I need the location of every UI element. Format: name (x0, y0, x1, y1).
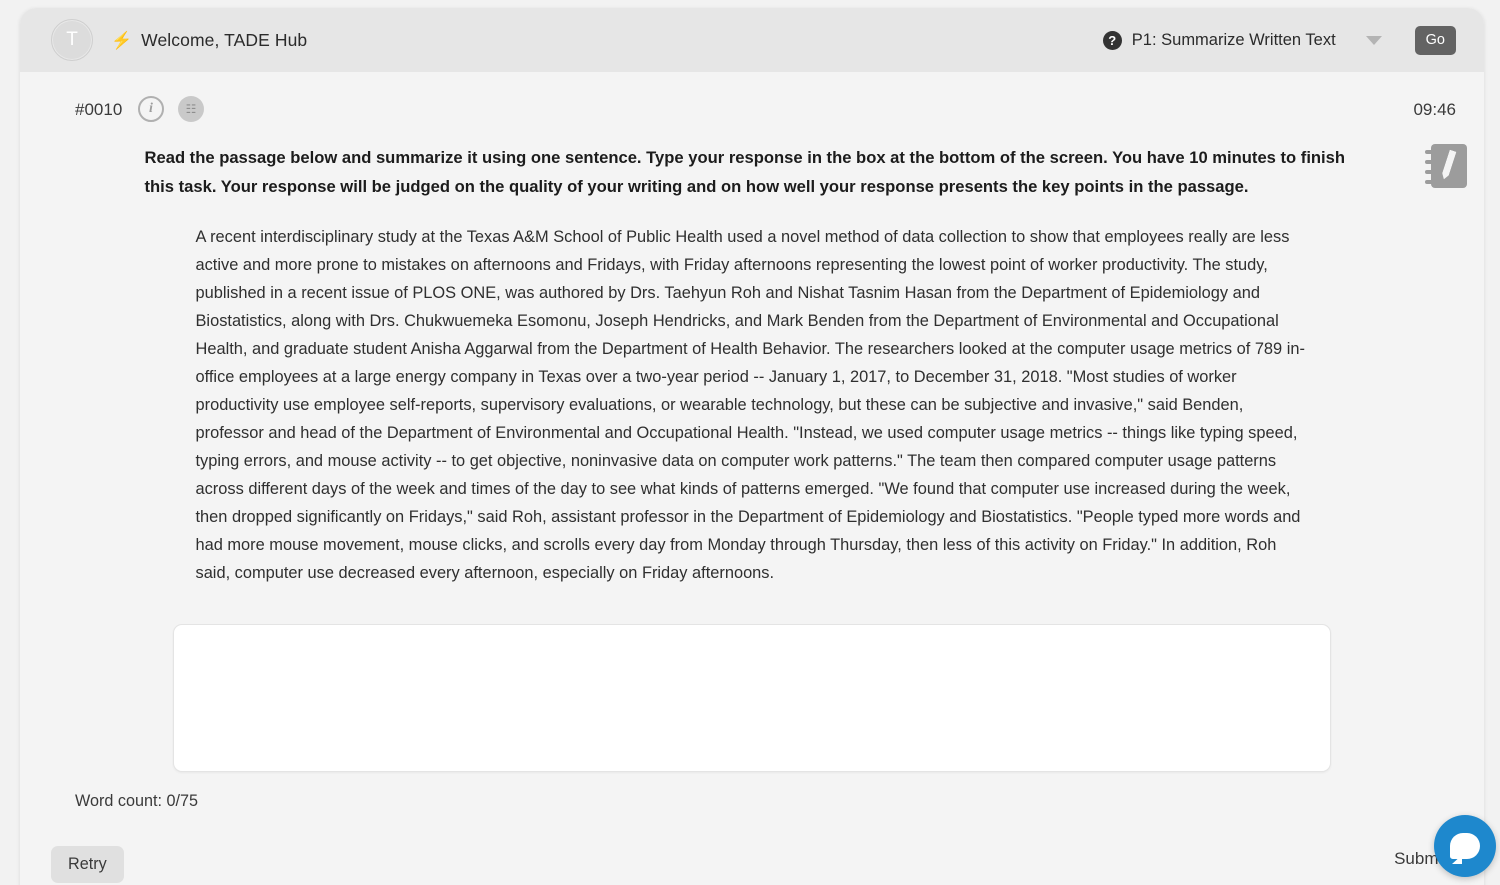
info-icon[interactable]: i (138, 96, 164, 122)
exam-window: T ⚡ Welcome, TADE Hub ? P1: Summarize Wr… (20, 8, 1484, 885)
help-icon[interactable]: ? (1102, 30, 1122, 50)
timer-display: 09:46 (1413, 100, 1456, 119)
retry-button[interactable]: Retry (51, 846, 124, 883)
content-area: Read the passage below and summarize it … (20, 140, 1484, 811)
chat-bubble-icon[interactable] (1434, 815, 1496, 877)
app-root: T ⚡ Welcome, TADE Hub ? P1: Summarize Wr… (0, 0, 1500, 885)
task-select-value[interactable]: P1: Summarize Written Text (1132, 31, 1336, 50)
item-header-row: #0010 i ☷ 09:46 (20, 88, 1484, 140)
notepad-icon[interactable] (1424, 142, 1470, 190)
word-count-label: Word count: 0/75 (75, 792, 198, 810)
lightning-bolt-icon: ⚡ (111, 30, 133, 50)
chat-bubble-glyph (1450, 833, 1480, 859)
top-bar: T ⚡ Welcome, TADE Hub ? P1: Summarize Wr… (20, 8, 1484, 72)
avatar-initial: T (66, 29, 78, 50)
top-bar-right: ? P1: Summarize Written Text Go (1102, 8, 1456, 72)
item-number: #0010 (75, 100, 123, 119)
passage-text: A recent interdisciplinary study at the … (195, 228, 1305, 582)
dictionary-icon[interactable]: ☷ (178, 96, 204, 122)
instructions-text: Read the passage below and summarize it … (144, 148, 1346, 196)
avatar[interactable]: T (51, 19, 93, 61)
chevron-down-icon[interactable] (1365, 35, 1382, 45)
answer-area (173, 624, 1331, 777)
go-button[interactable]: Go (1414, 25, 1456, 55)
welcome-label: Welcome, TADE Hub (141, 29, 308, 50)
footer-bar: Retry Submit (20, 830, 1484, 885)
response-textarea[interactable] (173, 624, 1331, 772)
